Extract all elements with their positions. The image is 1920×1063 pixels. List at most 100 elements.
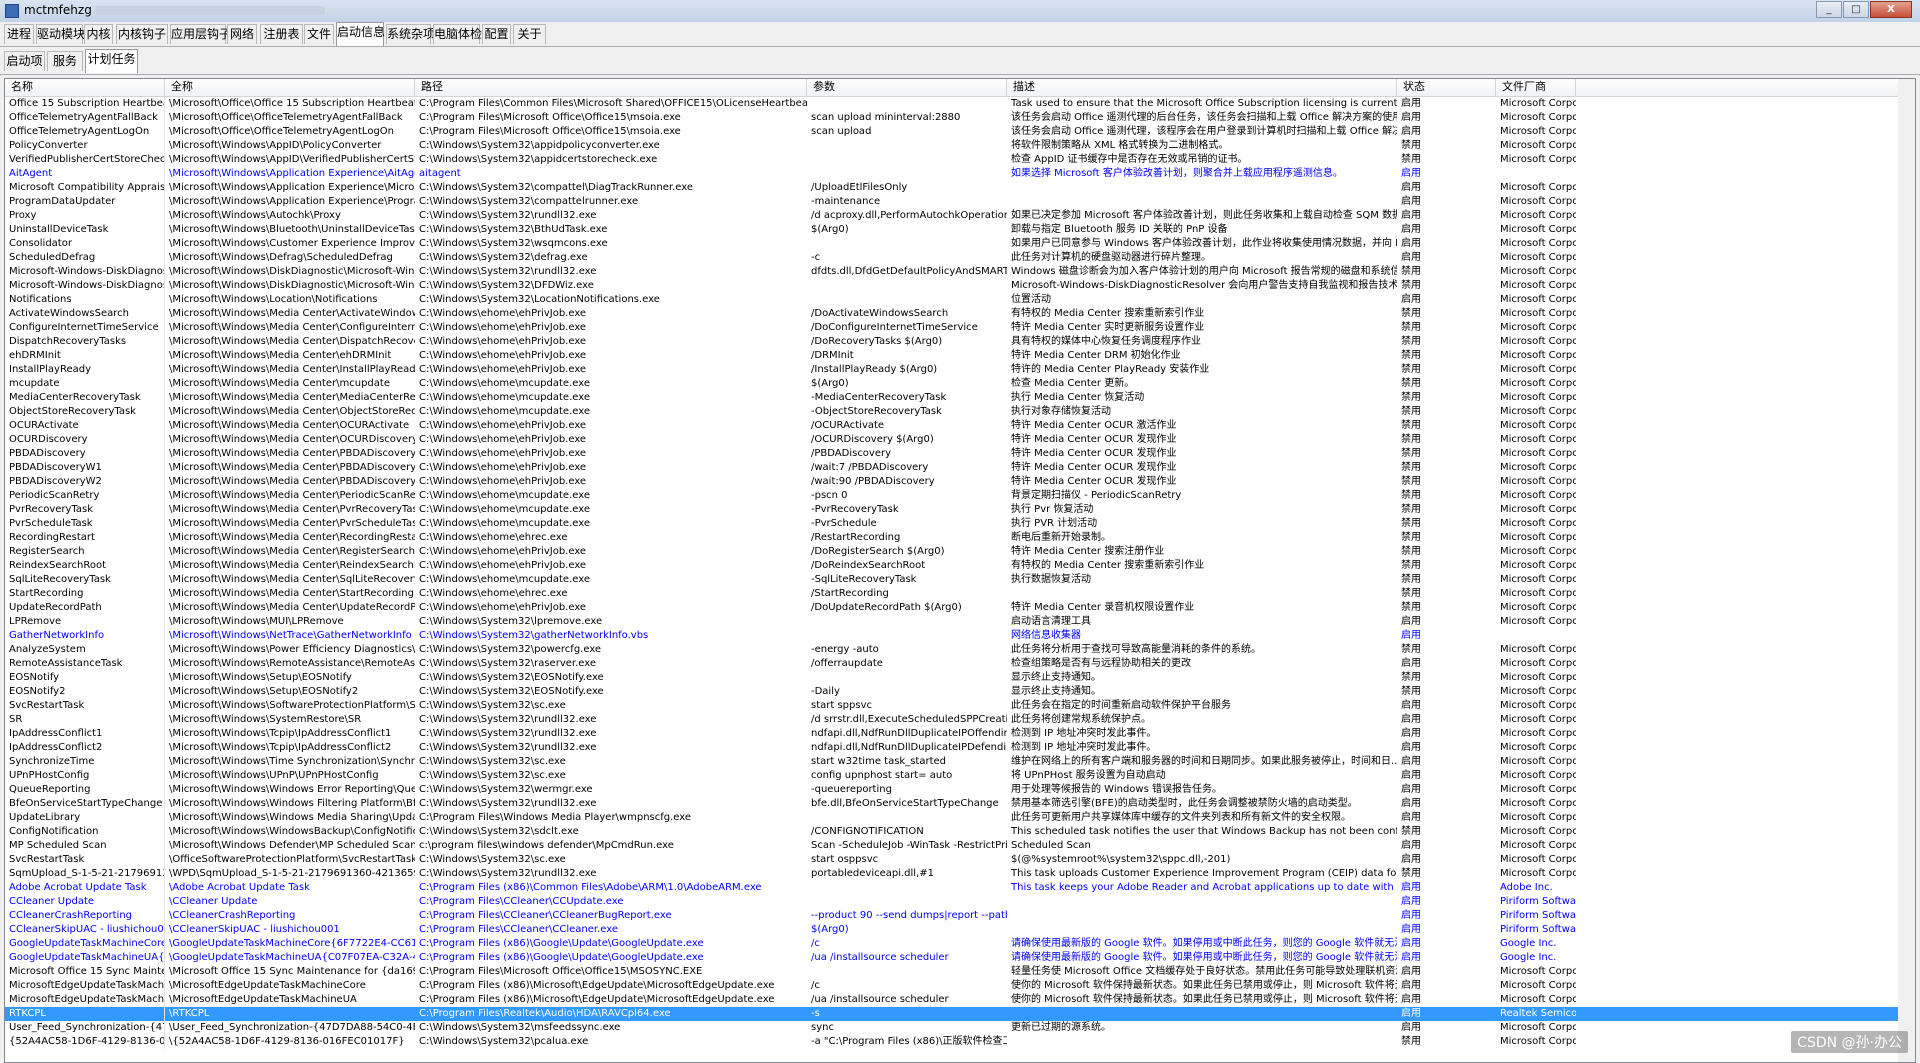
table-row[interactable]: UninstallDeviceTask \Microsoft\Windows\Bl… — [5, 223, 1915, 237]
table-row[interactable]: RemoteAssistanceTask \Microsoft\Windows\R… — [5, 657, 1915, 671]
table-row[interactable]: VerifiedPublisherCertStoreCheck \Microsof… — [5, 153, 1915, 167]
table-row[interactable]: ObjectStoreRecoveryTask \Microsoft\Window… — [5, 405, 1915, 419]
table-row[interactable]: Microsoft Compatibility Appraiser \Micros… — [5, 181, 1915, 195]
vertical-scrollbar[interactable] — [1898, 79, 1915, 1062]
tab-2[interactable]: 内核 — [84, 24, 113, 44]
table-row[interactable]: Proxy \Microsoft\Windows\Autochk\Proxy C:\… — [5, 209, 1915, 223]
table-row[interactable]: EOSNotify \Microsoft\Windows\Setup\EOSNot… — [5, 671, 1915, 685]
table-row[interactable]: OfficeTelemetryAgentFallBack \Microsoft\O… — [5, 111, 1915, 125]
table-row[interactable]: SvcRestartTask \OfficeSoftwareProtectionP… — [5, 853, 1915, 867]
tab-6[interactable]: 注册表 — [260, 24, 303, 44]
column-header-vendor[interactable]: 文件厂商 — [1496, 79, 1576, 96]
tab-1[interactable]: 驱动模块 — [36, 24, 85, 44]
cell-args: /StartRecording — [811, 588, 889, 599]
table-row[interactable]: IpAddressConflict2 \Microsoft\Windows\Tcp… — [5, 741, 1915, 755]
table-row[interactable]: ehDRMInit \Microsoft\Windows\Media Center… — [5, 349, 1915, 363]
table-row[interactable]: ConfigureInternetTimeService \Microsoft\W… — [5, 321, 1915, 335]
column-header-description[interactable]: 描述 — [1007, 79, 1397, 96]
table-row[interactable]: UpdateRecordPath \Microsoft\Windows\Media… — [5, 601, 1915, 615]
table-row[interactable]: OfficeTelemetryAgentLogOn \Microsoft\Offi… — [5, 125, 1915, 139]
table-row[interactable]: ActivateWindowsSearch \Microsoft\Windows\… — [5, 307, 1915, 321]
table-row[interactable]: SqmUpload_S-1-5-21-2179691360-... \WPD\Sq… — [5, 867, 1915, 881]
table-row[interactable]: SqlLiteRecoveryTask \Microsoft\Windows\Me… — [5, 573, 1915, 587]
tab-12[interactable]: 关于 — [513, 24, 546, 44]
table-row[interactable]: Office 15 Subscription Heartbeat \Microso… — [5, 97, 1915, 111]
tab-10[interactable]: 电脑体检 — [433, 24, 482, 44]
table-row[interactable]: UpdateLibrary \Microsoft\Windows\Windows … — [5, 811, 1915, 825]
table-row[interactable]: RecordingRestart \Microsoft\Windows\Media… — [5, 531, 1915, 545]
table-row[interactable]: PBDADiscoveryW2 \Microsoft\Windows\Media … — [5, 475, 1915, 489]
table-row[interactable]: User_Feed_Synchronization-{47D7... \User_… — [5, 1021, 1915, 1035]
table-row[interactable]: Adobe Acrobat Update Task \Adobe Acrobat … — [5, 881, 1915, 895]
table-row[interactable]: MediaCenterRecoveryTask \Microsoft\Window… — [5, 391, 1915, 405]
table-row[interactable]: RegisterSearch \Microsoft\Windows\Media C… — [5, 545, 1915, 559]
table-row[interactable]: Consolidator \Microsoft\Windows\Customer … — [5, 237, 1915, 251]
table-row[interactable]: PvrScheduleTask \Microsoft\Windows\Media … — [5, 517, 1915, 531]
cell-description: 显示终止支持通知。 — [1011, 672, 1101, 683]
tab-9[interactable]: 系统杂项 — [386, 24, 435, 44]
minimize-button[interactable]: _ — [1816, 1, 1842, 18]
table-row[interactable]: CCleaner Update \CCleaner Update C:\Progra… — [5, 895, 1915, 909]
table-row[interactable]: QueueReporting \Microsoft\Windows\Windows… — [5, 783, 1915, 797]
table-row[interactable]: AnalyzeSystem \Microsoft\Windows\Power Ef… — [5, 643, 1915, 657]
table-row[interactable]: RTKCPL \RTKCPL C:\Program Files\Realtek\Au… — [5, 1007, 1915, 1021]
table-row[interactable]: DispatchRecoveryTasks \Microsoft\Windows\… — [5, 335, 1915, 349]
tab-4[interactable]: 应用层钩子 — [170, 24, 231, 44]
table-row[interactable]: MicrosoftEdgeUpdateTaskMachineUA \Microso… — [5, 993, 1915, 1007]
table-row[interactable]: GoogleUpdateTaskMachineUA{C07F... \Google… — [5, 951, 1915, 965]
tab-7[interactable]: 文件 — [304, 24, 334, 44]
cell-name: InstallPlayReady — [5, 363, 165, 377]
table-row[interactable]: {52A4AC58-1D6F-4129-8136-016F... \{52A4AC… — [5, 1035, 1915, 1049]
table-row[interactable]: Microsoft Office 15 Sync Maintenan... \Mi… — [5, 965, 1915, 979]
column-header-args[interactable]: 参数 — [807, 79, 1007, 96]
table-row[interactable]: Notifications \Microsoft\Windows\Location… — [5, 293, 1915, 307]
table-row[interactable]: mcupdate \Microsoft\Windows\Media Center\… — [5, 377, 1915, 391]
table-row[interactable]: AitAgent \Microsoft\Windows\Application E… — [5, 167, 1915, 181]
table-row[interactable]: OCURDiscovery \Microsoft\Windows\Media Ce… — [5, 433, 1915, 447]
table-row[interactable]: Microsoft-Windows-DiskDiagnosticD... \Mic… — [5, 265, 1915, 279]
table-row[interactable]: PolicyConverter \Microsoft\Windows\AppID\… — [5, 139, 1915, 153]
table-row[interactable]: MicrosoftEdgeUpdateTaskMachineC... \Micro… — [5, 979, 1915, 993]
column-header-path[interactable]: 路径 — [415, 79, 807, 96]
table-row[interactable]: PeriodicScanRetry \Microsoft\Windows\Medi… — [5, 489, 1915, 503]
column-header-name[interactable]: 名称 — [5, 79, 165, 96]
table-row[interactable]: IpAddressConflict1 \Microsoft\Windows\Tcp… — [5, 727, 1915, 741]
table-row[interactable]: OCURActivate \Microsoft\Windows\Media Cen… — [5, 419, 1915, 433]
column-header-status[interactable]: 状态 — [1397, 79, 1496, 96]
tab-8[interactable]: 启动信息 — [336, 22, 385, 46]
table-row[interactable]: StartRecording \Microsoft\Windows\Media C… — [5, 587, 1915, 601]
tab-0[interactable]: 进程 — [4, 24, 34, 44]
close-button[interactable]: X — [1870, 1, 1912, 18]
tab-3[interactable]: 内核钩子 — [116, 24, 168, 44]
subtab-1[interactable]: 服务 — [47, 51, 83, 71]
table-row[interactable]: EOSNotify2 \Microsoft\Windows\Setup\EOSNo… — [5, 685, 1915, 699]
table-row[interactable]: ConfigNotification \Microsoft\Windows\Win… — [5, 825, 1915, 839]
table-row[interactable]: ReindexSearchRoot \Microsoft\Windows\Medi… — [5, 559, 1915, 573]
table-row[interactable]: PBDADiscoveryW1 \Microsoft\Windows\Media … — [5, 461, 1915, 475]
table-row[interactable]: CCleanerSkipUAC - liushichou001 \CCleaner… — [5, 923, 1915, 937]
table-row[interactable]: PBDADiscovery \Microsoft\Windows\Media Ce… — [5, 447, 1915, 461]
table-row[interactable]: PvrRecoveryTask \Microsoft\Windows\Media … — [5, 503, 1915, 517]
table-row[interactable]: BfeOnServiceStartTypeChange \Microsoft\Wi… — [5, 797, 1915, 811]
table-row[interactable]: SR \Microsoft\Windows\SystemRestore\SR C:\… — [5, 713, 1915, 727]
tab-5[interactable]: 网络 — [227, 24, 257, 44]
subtab-2[interactable]: 计划任务 — [85, 49, 138, 73]
table-row[interactable]: GatherNetworkInfo \Microsoft\Windows\NetT… — [5, 629, 1915, 643]
cell-path: C:\Windows\ehome\ehPrivJob.exe — [419, 336, 587, 347]
table-row[interactable]: SynchronizeTime \Microsoft\Windows\Time S… — [5, 755, 1915, 769]
table-row[interactable]: SvcRestartTask \Microsoft\Windows\Softwar… — [5, 699, 1915, 713]
table-row[interactable]: LPRemove \Microsoft\Windows\MUI\LPRemove C… — [5, 615, 1915, 629]
subtab-0[interactable]: 启动项 — [4, 51, 45, 71]
tab-11[interactable]: 配置 — [482, 24, 511, 44]
column-header-fullname[interactable]: 全称 — [165, 79, 415, 96]
table-row[interactable]: GoogleUpdateTaskMachineCore{6F... \Google… — [5, 937, 1915, 951]
table-row[interactable]: ScheduledDefrag \Microsoft\Windows\Defrag… — [5, 251, 1915, 265]
maximize-button[interactable]: □ — [1843, 1, 1869, 18]
table-row[interactable]: CCleanerCrashReporting \CCleanerCrashRepo… — [5, 909, 1915, 923]
table-row[interactable]: Microsoft-Windows-DiskDiagnosticR... \Mic… — [5, 279, 1915, 293]
table-row[interactable]: ProgramDataUpdater \Microsoft\Windows\App… — [5, 195, 1915, 209]
table-row[interactable]: UPnPHostConfig \Microsoft\Windows\UPnP\UP… — [5, 769, 1915, 783]
scheduled-task-list[interactable]: 名称 全称 路径 参数 描述 状态 文件厂商 Office 15 Subscription … — [4, 78, 1916, 1063]
table-row[interactable]: InstallPlayReady \Microsoft\Windows\Media… — [5, 363, 1915, 377]
table-row[interactable]: MP Scheduled Scan \Microsoft\Windows Defe… — [5, 839, 1915, 853]
